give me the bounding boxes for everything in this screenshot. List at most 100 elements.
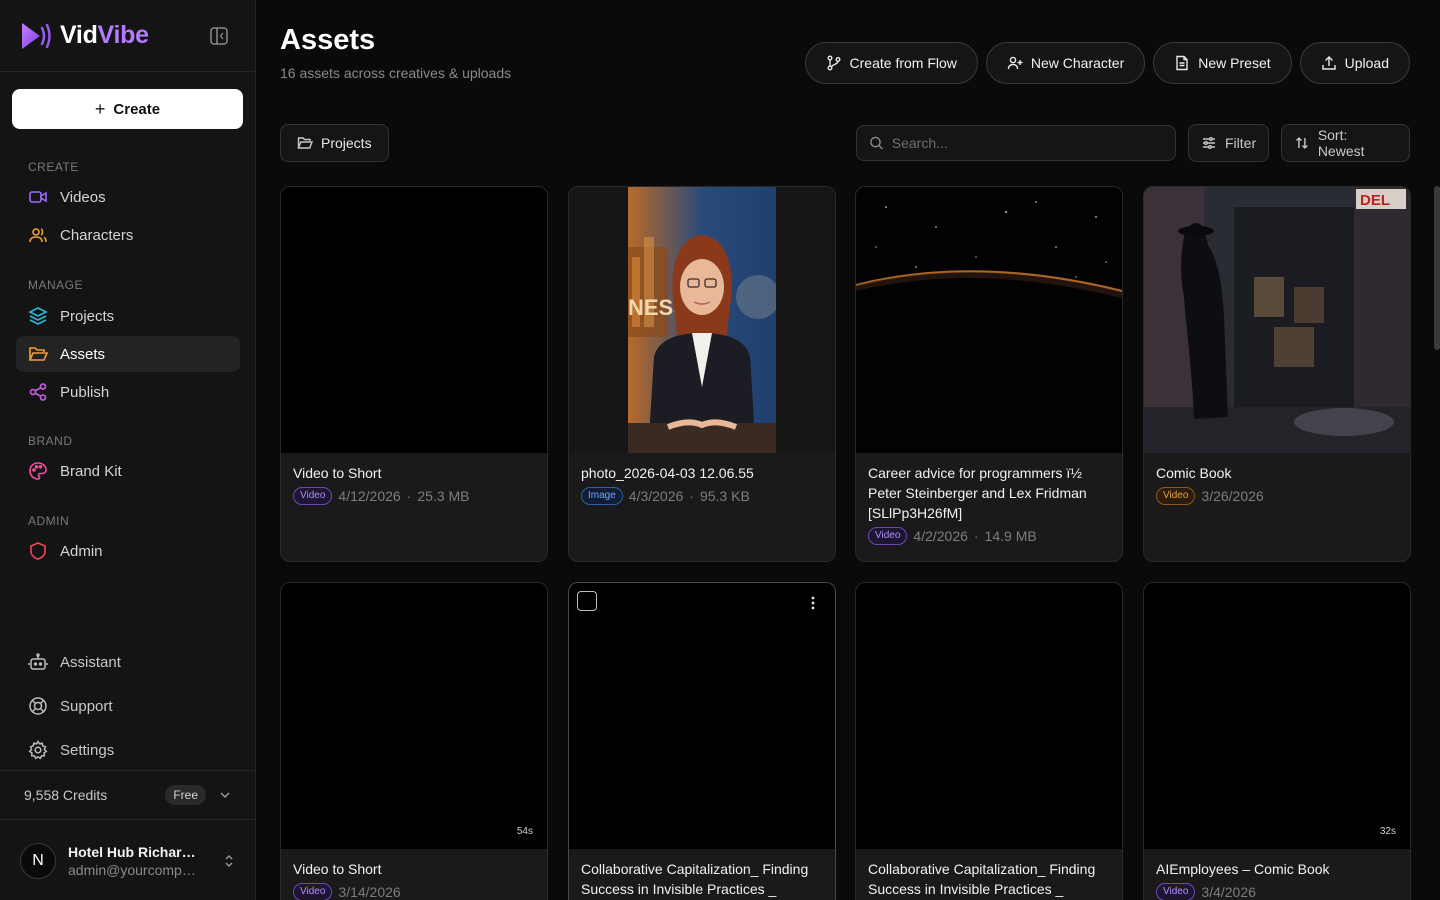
chevron-down-icon <box>220 792 230 799</box>
meta-separator: · <box>689 488 694 504</box>
asset-card[interactable]: 32s AIEmployees – Comic Book Video 3/4/2… <box>1143 582 1411 900</box>
sort-button[interactable]: Sort: Newest <box>1281 124 1410 162</box>
asset-card[interactable]: Collaborative Capitalization_ Finding Su… <box>568 582 836 900</box>
sidebar-item-label: Publish <box>60 383 110 401</box>
new-preset-button[interactable]: New Preset <box>1153 42 1292 84</box>
asset-type-badge: Video <box>868 527 908 545</box>
asset-card[interactable]: Career advice for programmers ï½ Peter S… <box>855 186 1123 562</box>
sidebar-item-characters[interactable]: Characters <box>16 217 240 253</box>
asset-thumbnail <box>856 583 1122 849</box>
more-vertical-icon[interactable] <box>807 595 819 611</box>
user-info: Hotel Hub Richardson admin@yourcompany.c… <box>68 844 214 878</box>
new-character-button[interactable]: New Character <box>985 42 1146 84</box>
asset-date: 3/14/2026 <box>338 884 401 900</box>
asset-card[interactable]: NESS photo_2026-04-03 12.06.55 Image 4/3… <box>568 186 836 562</box>
asset-thumbnail <box>569 583 835 849</box>
sidebar-item-label: Projects <box>60 307 115 325</box>
button-label: New Preset <box>1198 55 1271 71</box>
logo-icon <box>22 22 51 49</box>
space-horizon-image <box>856 187 1122 453</box>
avatar: N <box>20 842 56 879</box>
sidebar-item-assets[interactable]: Assets <box>16 336 240 372</box>
asset-thumbnail <box>281 187 547 453</box>
nav-heading-brand: BRAND <box>28 434 73 448</box>
git-branch-icon <box>827 55 841 71</box>
asset-type-badge: Image <box>581 487 623 505</box>
sidebar-item-videos[interactable]: Videos <box>16 179 240 215</box>
asset-title: Comic Book <box>1156 465 1232 481</box>
create-button-label: Create <box>113 100 161 118</box>
create-from-flow-button[interactable]: Create from Flow <box>804 42 978 84</box>
sidebar-item-label: Settings <box>60 741 115 759</box>
asset-date: 4/2/2026 <box>913 528 968 544</box>
asset-size: 14.9 MB <box>984 528 1037 544</box>
sidebar-item-admin[interactable]: Admin <box>16 533 240 569</box>
asset-card[interactable]: DEL Comic Book Video 3/26/2026 <box>1143 186 1411 562</box>
sidebar-item-label: Assistant <box>60 653 121 671</box>
asset-card[interactable]: Video to Short Video 4/12/2026 · 25.3 MB <box>280 186 548 562</box>
search-box <box>856 125 1176 161</box>
sidebar-item-support[interactable]: Support <box>16 684 240 728</box>
user-menu[interactable]: N Hotel Hub Richardson admin@yourcompany… <box>0 821 256 900</box>
asset-thumbnail: NESS <box>569 187 835 453</box>
sidebar-item-label: Assets <box>60 345 106 363</box>
button-label: New Character <box>1030 55 1125 71</box>
sort-arrows-icon <box>1295 137 1308 149</box>
meta-separator: · <box>406 488 412 504</box>
sidebar-item-label: Videos <box>60 188 106 206</box>
asset-date: 3/4/2026 <box>1201 884 1256 900</box>
sidebar-collapse-icon[interactable] <box>209 26 229 46</box>
user-email: admin@yourcompany.com <box>68 861 200 878</box>
filter-button[interactable]: Filter <box>1188 124 1270 162</box>
sidebar-item-label: Support <box>60 697 113 715</box>
asset-card[interactable]: 54s Video to Short Video 3/14/2026 <box>280 582 548 900</box>
asset-date: 4/3/2026 <box>628 488 684 504</box>
share-icon <box>29 383 47 401</box>
layers-icon <box>28 307 48 325</box>
asset-size: 95.3 KB <box>699 488 750 504</box>
asset-thumbnail: DEL <box>1144 187 1410 453</box>
sliders-icon <box>1203 137 1215 149</box>
sort-label: Sort: Newest <box>1317 127 1365 159</box>
asset-date: 4/12/2026 <box>338 488 401 504</box>
sidebar-item-settings[interactable]: Settings <box>16 728 240 772</box>
asset-type-badge: Video <box>1156 883 1196 900</box>
gear-icon <box>28 740 48 760</box>
button-label: Create from Flow <box>849 55 957 71</box>
user-name: Hotel Hub Richardson <box>68 843 200 860</box>
asset-type-badge: Video <box>293 883 333 900</box>
asset-thumbnail: 54s <box>281 583 547 849</box>
search-icon <box>870 136 883 150</box>
create-button[interactable]: + Create <box>12 89 243 129</box>
projects-filter-label: Projects <box>321 135 372 151</box>
search-input[interactable] <box>891 135 1163 151</box>
noir-alley-image: DEL <box>1144 187 1410 453</box>
sidebar-item-brand-kit[interactable]: Brand Kit <box>16 453 240 489</box>
svg-text:DEL: DEL <box>1360 192 1390 209</box>
sidebar-item-assistant[interactable]: Assistant <box>16 640 240 684</box>
sidebar-item-projects[interactable]: Projects <box>16 298 240 334</box>
projects-filter-button[interactable]: Projects <box>280 124 389 162</box>
users-icon <box>29 228 47 243</box>
sidebar-item-label: Characters <box>60 226 134 244</box>
asset-title: Video to Short <box>293 861 382 877</box>
sidebar-bottom-nav: Assistant Support Settings <box>0 640 256 772</box>
sidebar-item-label: Brand Kit <box>60 462 122 480</box>
brand-name-part2: Vibe <box>97 21 149 49</box>
asset-thumbnail: 32s <box>1144 583 1410 849</box>
scrollbar[interactable] <box>1434 186 1440 350</box>
video-icon <box>29 191 47 203</box>
sidebar: VidVibe + Create CREATE Videos Character… <box>0 0 256 900</box>
sidebar-item-label: Admin <box>60 542 103 560</box>
asset-title: AIEmployees – Comic Book <box>1156 861 1330 877</box>
asset-date: 3/26/2026 <box>1201 488 1264 504</box>
select-checkbox[interactable] <box>577 591 597 611</box>
asset-card[interactable]: Collaborative Capitalization_ Finding Su… <box>855 582 1123 900</box>
credits-bar[interactable]: 9,558 Credits Free <box>0 770 256 820</box>
assets-toolbar: Projects Filter Sort: Newest <box>280 124 1410 162</box>
nav-section-admin: ADMIN Admin <box>0 514 256 569</box>
upload-button[interactable]: Upload <box>1299 42 1410 84</box>
asset-title: Collaborative Capitalization_ Finding Su… <box>581 861 809 897</box>
sidebar-item-publish[interactable]: Publish <box>16 374 240 410</box>
folder-icon <box>297 137 313 149</box>
